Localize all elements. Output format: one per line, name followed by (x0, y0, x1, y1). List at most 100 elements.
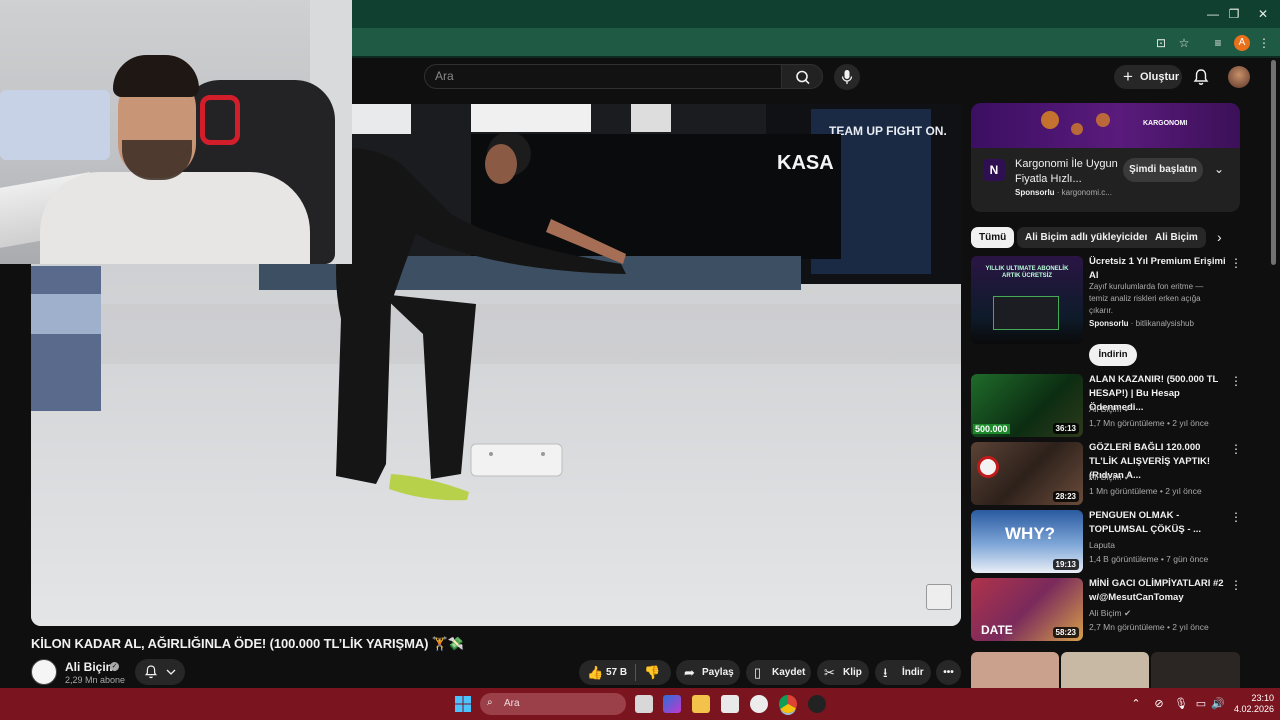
channel-name[interactable]: Ali Biçim (65, 660, 116, 674)
browser-toolbar: ⊡ ☆ ≡ ⋮ (352, 28, 1280, 58)
create-button[interactable]: + Oluştur (1114, 65, 1182, 89)
like-count: 57 B (606, 667, 628, 678)
microphone-icon[interactable]: 🎙 (1174, 697, 1188, 710)
bell-icon (1193, 69, 1209, 85)
notifications-button[interactable] (1190, 66, 1212, 88)
network-off-icon[interactable]: ⊘ (1152, 697, 1166, 710)
recommendation-item[interactable]: DATE 58:23 MİNİ GACI OLİMPİYATLARI #2 w/… (971, 578, 1271, 641)
show-hidden-icons-icon[interactable]: ⌃ (1129, 697, 1143, 710)
copilot-icon[interactable] (663, 695, 681, 713)
clip-button[interactable]: ✂ Klip (817, 660, 869, 685)
search-input[interactable]: Ara (424, 64, 782, 89)
ad-cta-button[interactable]: Şimdi başlatın (1123, 158, 1203, 182)
display-icon[interactable]: ▭ (1194, 697, 1208, 710)
save-label: Kaydet (772, 667, 806, 678)
sponsored-ad-card[interactable]: KARGONOMI N Kargonomi İle Uygun Fiyatla … (971, 103, 1240, 212)
microphone-icon (841, 70, 853, 84)
ad-banner-image: KARGONOMI (971, 103, 1240, 148)
install-app-icon[interactable]: ⊡ (1153, 35, 1169, 51)
download-button[interactable]: ⭳ İndir (875, 660, 931, 685)
user-avatar[interactable] (1228, 66, 1250, 88)
dislike-button[interactable]: 👍 (636, 660, 671, 685)
video-duration: 36:13 (1052, 423, 1079, 434)
restore-icon[interactable]: ❐ (1225, 6, 1243, 22)
scene-banner-text: TEAM UP FIGHT ON. (829, 124, 947, 138)
sponsored-recommendation[interactable]: YILLIK ULTIMATE ABONELİK ARTIK ÜCRETSİZ … (971, 256, 1271, 366)
ad-domain: kargonomi.c... (1061, 188, 1112, 197)
chrome-icon[interactable] (779, 695, 797, 713)
taskbar-search[interactable]: Ara (480, 693, 626, 715)
shorts-thumbnail[interactable] (1061, 652, 1149, 688)
subscriber-count: 2,29 Mn abone (65, 675, 126, 685)
video-duration: 58:23 (1052, 627, 1079, 638)
ad-banner-brand: KARGONOMI (1143, 120, 1188, 127)
reading-list-icon[interactable]: ≡ (1210, 35, 1226, 51)
more-horizontal-icon: ••• (943, 667, 954, 678)
scene-sign-text: KASA (777, 152, 834, 174)
volume-icon[interactable]: 🔊 (1211, 697, 1225, 710)
webcam-overlay (0, 0, 352, 264)
channel-label: Ali Biçim (1089, 404, 1122, 414)
browser-titlebar: — ❐ ✕ (352, 0, 1280, 28)
chip-all[interactable]: Tümü (971, 227, 1015, 248)
webcam-pillow (0, 90, 110, 160)
video-title: KİLON KADAR AL, AĞIRLIĞINLA ÖDE! (100.00… (31, 636, 465, 651)
webcam-chair-accent (200, 95, 240, 145)
taskbar-clock[interactable]: 23:10 4.02.2026 (1232, 693, 1274, 715)
share-button[interactable]: ➦ Paylaş (676, 660, 740, 685)
voice-search-button[interactable] (834, 64, 860, 90)
chip-channel[interactable]: Ali Biçim (1147, 227, 1206, 248)
sponsor-channel: bitlikanalysishub (1135, 319, 1194, 328)
download-label: İndir (902, 667, 924, 678)
more-vertical-icon[interactable]: ⋮ (1230, 510, 1242, 524)
store-icon[interactable] (721, 695, 739, 713)
task-view-icon[interactable] (635, 695, 653, 713)
sponsored-cta-button[interactable]: İndirin (1089, 344, 1137, 366)
ad-sponsor-label: Sponsorlu (1015, 188, 1055, 197)
more-actions-button[interactable]: ••• (936, 660, 961, 685)
channel-avatar[interactable] (31, 659, 57, 685)
more-vertical-icon[interactable]: ⋮ (1230, 256, 1242, 270)
more-vertical-icon[interactable]: ⋮ (1230, 578, 1242, 592)
recommendation-thumbnail: DATE 58:23 (971, 578, 1083, 641)
recommendation-title: PENGUEN OLMAK - TOPLUMSAL ÇÖKÜŞ - ... (1089, 510, 1202, 535)
save-button[interactable]: ▯ Kaydet (746, 660, 811, 685)
share-icon: ➦ (684, 665, 695, 680)
recommendation-description: Zayıf kurulumlarda fon eritme — temiz an… (1089, 282, 1204, 315)
bookmark-star-icon[interactable]: ☆ (1176, 35, 1192, 51)
recommendation-title: MİNİ GACI OLİMPİYATLARI #2 w/@MesutCanTo… (1089, 578, 1224, 603)
start-button[interactable] (455, 696, 471, 712)
recommendation-item[interactable]: WHY? 19:13 PENGUEN OLMAK - TOPLUMSAL ÇÖK… (971, 510, 1271, 573)
page-scrollbar[interactable] (1271, 60, 1276, 265)
obs-icon[interactable] (808, 695, 826, 713)
chevron-right-icon[interactable]: › (1217, 229, 1222, 245)
download-icon: ⭳ (883, 665, 888, 680)
file-explorer-icon[interactable] (692, 695, 710, 713)
search-button[interactable] (781, 64, 823, 89)
video-duration: 19:13 (1052, 559, 1079, 570)
shorts-thumbnail[interactable] (1151, 652, 1240, 688)
recommendation-title: Ücretsiz 1 Yıl Premium Erişimi Al (1089, 256, 1226, 281)
recommendation-meta: 2,7 Mn görüntüleme • 2 yıl önce (1089, 622, 1209, 632)
minimize-icon[interactable]: — (1204, 6, 1222, 22)
plus-icon: + (1123, 67, 1133, 86)
channel-watermark[interactable] (926, 584, 952, 610)
subscription-notification-button[interactable] (135, 659, 185, 685)
recommendation-channel: Ali Biçim ✔ (1089, 404, 1131, 415)
chip-from-uploader[interactable]: Ali Biçim adlı yükleyiciden (1017, 227, 1159, 248)
recommendation-item[interactable]: 28:23 GÖZLERİ BAĞLI 120.000 TL’LİK ALIŞV… (971, 442, 1271, 505)
more-vertical-icon[interactable]: ⋮ (1230, 374, 1242, 388)
share-label: Paylaş (702, 667, 734, 678)
shorts-thumbnail[interactable] (971, 652, 1059, 688)
more-vertical-icon[interactable]: ⋮ (1230, 442, 1242, 456)
close-icon[interactable]: ✕ (1254, 6, 1272, 22)
chevron-down-icon[interactable]: ⌄ (1214, 162, 1224, 176)
recommendation-channel: Laputa (1089, 540, 1115, 550)
thumbnail-text: DATE (981, 623, 1013, 637)
windows-logo-icon (455, 696, 471, 712)
recommendation-item[interactable]: 500.000 36:13 ALAN KAZANIR! (500.000 TL … (971, 374, 1271, 437)
steam-icon[interactable] (750, 695, 768, 713)
thumbs-up-icon: 👍 (587, 665, 604, 680)
browser-menu-icon[interactable]: ⋮ (1256, 35, 1272, 51)
browser-profile-avatar[interactable]: A (1234, 35, 1250, 51)
